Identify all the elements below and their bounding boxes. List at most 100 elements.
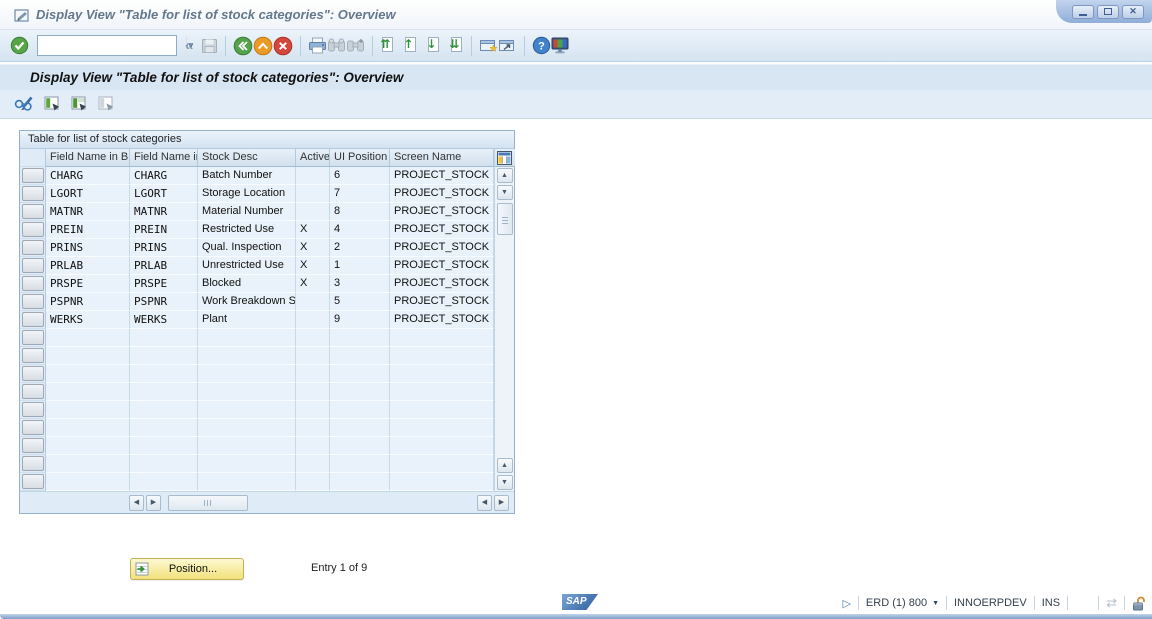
- table-cell[interactable]: PRINS: [46, 239, 130, 257]
- row-select-button[interactable]: [22, 330, 44, 345]
- minimize-button[interactable]: [1072, 5, 1094, 19]
- column-header[interactable]: Screen Name: [390, 149, 494, 167]
- table-cell[interactable]: PROJECT_STOCK: [390, 293, 494, 311]
- table-cell[interactable]: [46, 455, 130, 473]
- table-cell[interactable]: X: [296, 275, 330, 293]
- row-select-button[interactable]: [22, 222, 44, 237]
- table-cell[interactable]: [330, 473, 390, 491]
- next-page-icon[interactable]: ↓: [426, 37, 441, 54]
- column-header[interactable]: Field Name in B...: [46, 149, 130, 167]
- table-cell[interactable]: PSPNR: [130, 293, 198, 311]
- row-select-button[interactable]: [22, 456, 44, 471]
- scroll-right-button-right[interactable]: ▶: [494, 495, 509, 511]
- table-cell[interactable]: PROJECT_STOCK: [390, 257, 494, 275]
- table-cell[interactable]: [390, 437, 494, 455]
- scroll-left-button-right[interactable]: ◀: [477, 495, 492, 511]
- row-select-button[interactable]: [22, 366, 44, 381]
- row-select-button[interactable]: [22, 204, 44, 219]
- table-cell[interactable]: [198, 437, 296, 455]
- table-cell[interactable]: [296, 401, 330, 419]
- row-select-button[interactable]: [22, 276, 44, 291]
- table-cell[interactable]: Material Number: [198, 203, 296, 221]
- table-cell[interactable]: [330, 347, 390, 365]
- help-icon[interactable]: ?: [532, 36, 551, 55]
- table-cell[interactable]: X: [296, 221, 330, 239]
- table-cell[interactable]: Plant: [198, 311, 296, 329]
- find-icon[interactable]: [327, 38, 346, 53]
- table-cell[interactable]: Blocked: [198, 275, 296, 293]
- enter-button[interactable]: [10, 36, 29, 55]
- table-cell[interactable]: [330, 383, 390, 401]
- table-cell[interactable]: PROJECT_STOCK: [390, 221, 494, 239]
- table-cell[interactable]: PROJECT_STOCK: [390, 167, 494, 185]
- customize-layout-icon[interactable]: [551, 37, 569, 54]
- table-configuration-icon[interactable]: [497, 151, 512, 165]
- system-dropdown-icon[interactable]: ▼: [932, 600, 939, 607]
- table-cell[interactable]: [198, 365, 296, 383]
- table-cell[interactable]: [46, 419, 130, 437]
- row-select-button[interactable]: [22, 186, 44, 201]
- collapse-row-icon[interactable]: [71, 96, 89, 112]
- table-cell[interactable]: PRINS: [130, 239, 198, 257]
- table-cell[interactable]: Work Breakdown St..: [198, 293, 296, 311]
- table-cell[interactable]: [46, 473, 130, 491]
- table-cell[interactable]: [296, 365, 330, 383]
- table-cell[interactable]: [296, 419, 330, 437]
- scroll-right-button[interactable]: ▶: [146, 495, 161, 511]
- table-cell[interactable]: [330, 419, 390, 437]
- table-cell[interactable]: [198, 329, 296, 347]
- table-cell[interactable]: WERKS: [46, 311, 130, 329]
- scroll-up-button[interactable]: ▲: [497, 168, 513, 183]
- column-header[interactable]: Stock Desc: [198, 149, 296, 167]
- table-cell[interactable]: X: [296, 239, 330, 257]
- table-cell[interactable]: [130, 347, 198, 365]
- row-select-button[interactable]: [22, 348, 44, 363]
- vertical-scrollbar[interactable]: ▲ ▼ ▲ ▼: [494, 149, 514, 491]
- table-cell[interactable]: [46, 365, 130, 383]
- table-cell[interactable]: CHARG: [46, 167, 130, 185]
- table-cell[interactable]: [46, 383, 130, 401]
- row-select-button[interactable]: [22, 294, 44, 309]
- last-page-icon[interactable]: ⇊: [449, 37, 464, 54]
- table-cell[interactable]: Batch Number: [198, 167, 296, 185]
- table-cell[interactable]: PRLAB: [46, 257, 130, 275]
- table-cell[interactable]: PROJECT_STOCK: [390, 239, 494, 257]
- table-cell[interactable]: LGORT: [46, 185, 130, 203]
- table-cell[interactable]: 2: [330, 239, 390, 257]
- table-cell[interactable]: PREIN: [130, 221, 198, 239]
- first-page-icon[interactable]: ⇈: [380, 37, 395, 54]
- table-cell[interactable]: 3: [330, 275, 390, 293]
- table-cell[interactable]: X: [296, 257, 330, 275]
- table-cell[interactable]: [198, 473, 296, 491]
- find-next-icon[interactable]: [346, 38, 365, 53]
- insert-mode-indicator[interactable]: INS: [1042, 597, 1060, 609]
- table-cell[interactable]: [390, 329, 494, 347]
- table-cell[interactable]: PROJECT_STOCK: [390, 275, 494, 293]
- scroll-down-button[interactable]: ▼: [497, 185, 513, 200]
- table-cell[interactable]: 8: [330, 203, 390, 221]
- expand-row-icon[interactable]: [44, 96, 62, 112]
- table-cell[interactable]: Qual. Inspection: [198, 239, 296, 257]
- table-cell[interactable]: [390, 473, 494, 491]
- create-shortcut-icon[interactable]: [498, 38, 517, 53]
- row-select-button[interactable]: [22, 258, 44, 273]
- table-cell[interactable]: 7: [330, 185, 390, 203]
- table-cell[interactable]: [390, 401, 494, 419]
- row-select-button[interactable]: [22, 402, 44, 417]
- table-cell[interactable]: [130, 383, 198, 401]
- table-cell[interactable]: LGORT: [130, 185, 198, 203]
- table-cell[interactable]: [390, 383, 494, 401]
- table-cell[interactable]: MATNR: [46, 203, 130, 221]
- horizontal-scroll-thumb[interactable]: [168, 495, 248, 511]
- table-cell[interactable]: [130, 473, 198, 491]
- table-cell[interactable]: [296, 329, 330, 347]
- table-cell[interactable]: [296, 455, 330, 473]
- table-cell[interactable]: PROJECT_STOCK: [390, 311, 494, 329]
- table-cell[interactable]: [330, 365, 390, 383]
- table-cell[interactable]: PRSPE: [130, 275, 198, 293]
- table-cell[interactable]: [198, 383, 296, 401]
- row-select-button[interactable]: [22, 384, 44, 399]
- table-cell[interactable]: [296, 311, 330, 329]
- table-cell[interactable]: CHARG: [130, 167, 198, 185]
- table-cell[interactable]: [390, 347, 494, 365]
